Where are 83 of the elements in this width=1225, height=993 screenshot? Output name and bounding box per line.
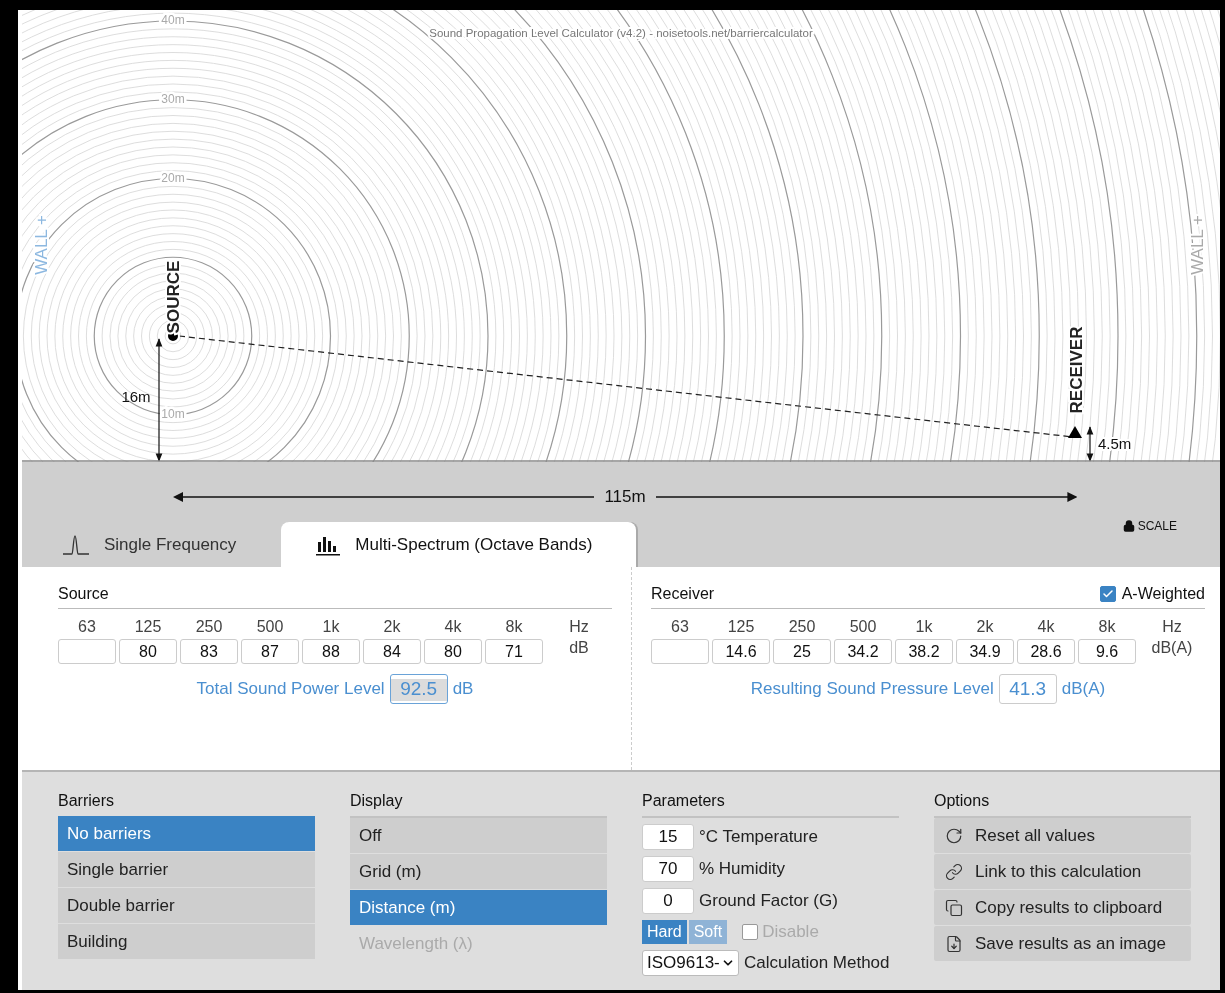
option-button[interactable]: Save results as an image — [934, 926, 1191, 961]
unit-label: dB — [568, 639, 590, 658]
check-icon — [1101, 588, 1114, 600]
barrier-option[interactable]: No barriers — [58, 816, 315, 851]
display-option[interactable]: Grid (m) — [350, 854, 607, 889]
band-label: 2k — [975, 618, 995, 636]
reset-icon — [945, 826, 963, 845]
option-button[interactable]: Reset all values — [934, 818, 1191, 853]
tab[interactable]: Single Frequency — [22, 522, 282, 567]
parameter-input[interactable]: 70 — [642, 856, 694, 882]
height-label: 16m — [121, 388, 151, 405]
band-input[interactable]: 83 — [180, 639, 238, 664]
band-label: 125 — [133, 618, 163, 636]
unit-label: dB(A) — [1061, 679, 1106, 699]
band-label: 125 — [726, 618, 756, 636]
ground-toggle[interactable]: Hard — [642, 920, 687, 944]
unit-label: Hz — [1161, 618, 1183, 636]
band-label: 500 — [255, 618, 285, 636]
band-input[interactable] — [58, 639, 116, 664]
parameter-label: Ground Factor (G) — [699, 891, 838, 911]
band-label: 8k — [504, 618, 524, 636]
distance-label: 115m — [604, 487, 646, 507]
band-input[interactable]: 34.9 — [956, 639, 1014, 664]
unit-label: dB(A) — [1150, 639, 1194, 658]
band-input[interactable] — [651, 639, 709, 664]
band-label: 8k — [1097, 618, 1117, 636]
display-option[interactable]: Distance (m) — [350, 890, 607, 925]
total-label: Resulting Sound Pressure Level — [750, 679, 994, 699]
panel-title: Receiver — [651, 585, 715, 603]
band-input[interactable]: 80 — [424, 639, 482, 664]
band-label: 63 — [77, 618, 97, 636]
band-input[interactable]: 80 — [119, 639, 177, 664]
band-input[interactable]: 71 — [485, 639, 543, 664]
band-input[interactable]: 34.2 — [834, 639, 892, 664]
tab[interactable]: Multi-Spectrum (Octave Bands) — [281, 522, 637, 567]
band-label: 4k — [1036, 618, 1056, 636]
file-download-icon — [945, 934, 963, 953]
height-arrow — [1086, 426, 1094, 462]
height-label: 4.5m — [1098, 435, 1132, 452]
band-input[interactable]: 9.6 — [1078, 639, 1136, 664]
parameter-input[interactable]: 15 — [642, 824, 694, 850]
pulse-icon — [62, 533, 90, 556]
parameter-label: °C Temperature — [699, 827, 818, 847]
parameter-label: Calculation Method — [744, 953, 890, 973]
a-weighted-checkbox[interactable]: A-Weighted — [1099, 585, 1205, 603]
display-option[interactable]: Off — [350, 818, 607, 853]
parameter-label: % Humidity — [699, 859, 785, 879]
parameter-input[interactable]: 0 — [642, 888, 694, 914]
section-title: Options — [934, 792, 991, 810]
unit-label: Hz — [568, 618, 590, 636]
link-icon — [945, 862, 963, 881]
option-button[interactable]: Link to this calculation — [934, 854, 1191, 889]
method-select[interactable]: ISO9613- — [642, 950, 739, 976]
section-title: Display — [350, 792, 404, 810]
band-label: 500 — [848, 618, 878, 636]
copy-icon — [945, 898, 963, 917]
band-input[interactable]: 28.6 — [1017, 639, 1075, 664]
band-label: 250 — [787, 618, 817, 636]
band-label: 1k — [914, 618, 934, 636]
band-input[interactable]: 87 — [241, 639, 299, 664]
band-label: 63 — [670, 618, 690, 636]
band-label: 250 — [194, 618, 224, 636]
band-input[interactable]: 25 — [773, 639, 831, 664]
receiver-marker[interactable] — [1068, 426, 1082, 438]
section-title: Barriers — [58, 792, 115, 810]
scale-toggle[interactable]: SCALE — [1122, 519, 1177, 533]
section-title: Parameters — [642, 792, 726, 810]
band-label: 4k — [443, 618, 463, 636]
source-label: SOURCE — [164, 260, 183, 334]
band-input[interactable]: 84 — [363, 639, 421, 664]
band-input[interactable]: 88 — [302, 639, 360, 664]
barrier-option[interactable]: Double barrier — [58, 888, 315, 923]
band-input[interactable]: 38.2 — [895, 639, 953, 664]
band-label: 2k — [382, 618, 402, 636]
receiver-label: RECEIVER — [1067, 326, 1086, 414]
band-label: 1k — [321, 618, 341, 636]
option-button[interactable]: Copy results to clipboard — [934, 890, 1191, 925]
unit-label: dB — [452, 679, 474, 699]
total-label: Total Sound Power Level — [196, 679, 385, 699]
barrier-option[interactable]: Building — [58, 924, 315, 959]
barrier-option[interactable]: Single barrier — [58, 852, 315, 887]
band-input[interactable]: 14.6 — [712, 639, 770, 664]
panel-title: Source — [58, 585, 109, 603]
